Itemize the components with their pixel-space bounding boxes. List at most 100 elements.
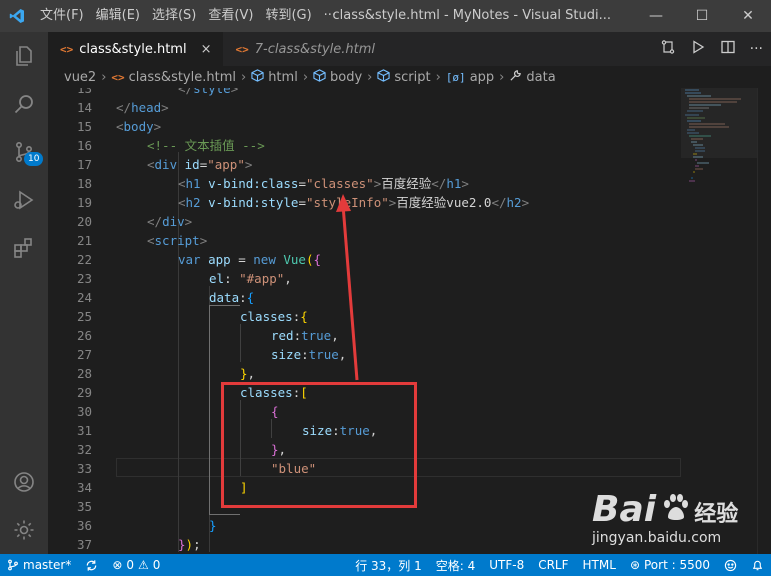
branch-status[interactable]: master* xyxy=(0,558,78,572)
code-token: head xyxy=(131,100,162,115)
code-text: <h1 v-bind:class="classes">百度经验</h1> xyxy=(178,174,469,193)
vertical-scrollbar[interactable] xyxy=(757,88,771,554)
code-token: h1 xyxy=(185,176,201,191)
variable-icon: [ø] xyxy=(445,70,466,84)
code-line: 21 <script> xyxy=(48,231,681,250)
line-number: 32 xyxy=(76,442,92,457)
split-editor-icon[interactable] xyxy=(720,39,736,59)
code-line: 25 classes:{ xyxy=(48,307,681,326)
editor-tabs: <> class&style.html × <> 7-class&style.h… xyxy=(48,32,771,66)
breadcrumb-html[interactable]: html xyxy=(268,70,298,85)
code-line: 16 <!-- 文本插值 --> xyxy=(48,136,681,155)
html-file-icon: <> xyxy=(60,42,74,56)
code-token: "app" xyxy=(207,157,245,172)
settings-gear-icon[interactable] xyxy=(0,506,48,554)
breadcrumb-app[interactable]: app xyxy=(470,70,494,85)
menu-item[interactable]: 查看(V) xyxy=(202,0,259,32)
account-icon[interactable] xyxy=(0,458,48,506)
code-token: h1 xyxy=(446,176,462,191)
source-control-icon[interactable]: 10 xyxy=(0,128,48,176)
chevron-right-icon: › xyxy=(240,69,247,85)
menu-more-icon[interactable]: ··· xyxy=(318,0,342,32)
code-line: 19 <h2 v-bind:style="styleInfo">百度经验vue2.… xyxy=(48,193,681,212)
cursor-position[interactable]: 行 33，列 1 xyxy=(348,557,429,574)
run-debug-icon[interactable] xyxy=(0,176,48,224)
line-number: 18 xyxy=(76,176,92,191)
live-server-port[interactable]: ⊛ Port : 5500 xyxy=(623,558,717,572)
editor-actions: ··· xyxy=(660,32,763,66)
close-tab-icon[interactable]: × xyxy=(201,42,212,57)
encoding-status[interactable]: UTF-8 xyxy=(482,558,531,572)
code-token: body xyxy=(123,119,154,134)
code-token: : xyxy=(301,347,309,362)
minimize-button[interactable]: — xyxy=(633,0,679,32)
sync-icon[interactable] xyxy=(78,559,105,572)
code-token: script xyxy=(154,233,200,248)
language-mode[interactable]: HTML xyxy=(576,558,623,572)
code-token: "#app" xyxy=(239,271,285,286)
code-token: h2 xyxy=(506,195,522,210)
breadcrumb-file[interactable]: class&style.html xyxy=(129,70,236,85)
line-number: 21 xyxy=(76,233,92,248)
tab-7-class-style-html[interactable]: <> 7-class&style.html xyxy=(223,32,387,66)
open-changes-icon[interactable] xyxy=(660,39,676,59)
notifications-bell-icon[interactable] xyxy=(744,559,771,572)
maximize-button[interactable]: ☐ xyxy=(679,0,725,32)
code-text: </style> xyxy=(178,88,238,98)
code-token: </ xyxy=(431,176,447,191)
breadcrumb-folder[interactable]: vue2 xyxy=(64,70,96,85)
code-token: { xyxy=(300,309,308,324)
code-text: <script> xyxy=(147,231,207,250)
code-token: "classes" xyxy=(305,176,374,191)
code-token: new xyxy=(253,252,276,267)
code-text: }, xyxy=(240,364,255,383)
vscode-logo-icon[interactable] xyxy=(0,0,34,32)
line-number: 13 xyxy=(76,88,92,96)
code-token: , xyxy=(331,328,339,343)
menu-bar: 文件(F) 编辑(E) 选择(S) 查看(V) 转到(G) ··· xyxy=(34,0,342,32)
extensions-icon[interactable] xyxy=(0,224,48,272)
files-icon[interactable] xyxy=(0,32,48,80)
code-token: , xyxy=(247,366,256,381)
code-token: style xyxy=(193,88,231,96)
menu-item[interactable]: 文件(F) xyxy=(34,0,90,32)
code-token: data xyxy=(209,290,240,305)
code-token: > xyxy=(230,88,239,96)
more-actions-icon[interactable]: ··· xyxy=(750,41,763,57)
code-line: 18 <h1 v-bind:class="classes">百度经验</h1> xyxy=(48,174,681,193)
code-line: 26 red:true, xyxy=(48,326,681,345)
menu-item[interactable]: 转到(G) xyxy=(259,0,317,32)
code-line: 15 <body> xyxy=(48,117,681,136)
code-line: 36} xyxy=(48,516,681,535)
search-icon[interactable] xyxy=(0,80,48,128)
breadcrumb-script[interactable]: script xyxy=(394,70,430,85)
watermark-logo-text: Bai xyxy=(592,489,657,530)
feedback-icon[interactable] xyxy=(717,559,744,572)
code-line: 22 var app = new Vue({ xyxy=(48,250,681,269)
line-number: 23 xyxy=(76,271,92,286)
minimap[interactable] xyxy=(681,88,757,554)
run-icon[interactable] xyxy=(690,39,706,59)
code-text: var app = new Vue({ xyxy=(178,250,321,269)
breadcrumb-data[interactable]: data xyxy=(526,70,555,85)
code-token: h2 xyxy=(185,195,201,210)
code-token: id xyxy=(184,157,200,172)
code-token: </ xyxy=(116,100,132,115)
menu-item[interactable]: 选择(S) xyxy=(146,0,202,32)
code-token: } xyxy=(178,537,186,552)
menu-item[interactable]: 编辑(E) xyxy=(90,0,146,32)
html-file-icon: <> xyxy=(235,42,249,56)
chevron-right-icon: › xyxy=(499,69,505,85)
breadcrumb-body[interactable]: body xyxy=(330,70,362,85)
tab-class-style-html[interactable]: <> class&style.html × xyxy=(48,32,224,66)
code-token: red xyxy=(271,328,294,343)
eol-status[interactable]: CRLF xyxy=(531,558,575,572)
indentation-status[interactable]: 空格: 4 xyxy=(429,557,483,574)
code-token: el xyxy=(209,271,225,286)
close-window-button[interactable]: ✕ xyxy=(725,0,771,32)
problems-status[interactable]: ⊗ 0 ⚠ 0 xyxy=(105,558,167,572)
line-number: 30 xyxy=(76,404,92,419)
code-token: { xyxy=(246,290,255,305)
code-token: <!-- 文本插值 --> xyxy=(147,138,265,153)
